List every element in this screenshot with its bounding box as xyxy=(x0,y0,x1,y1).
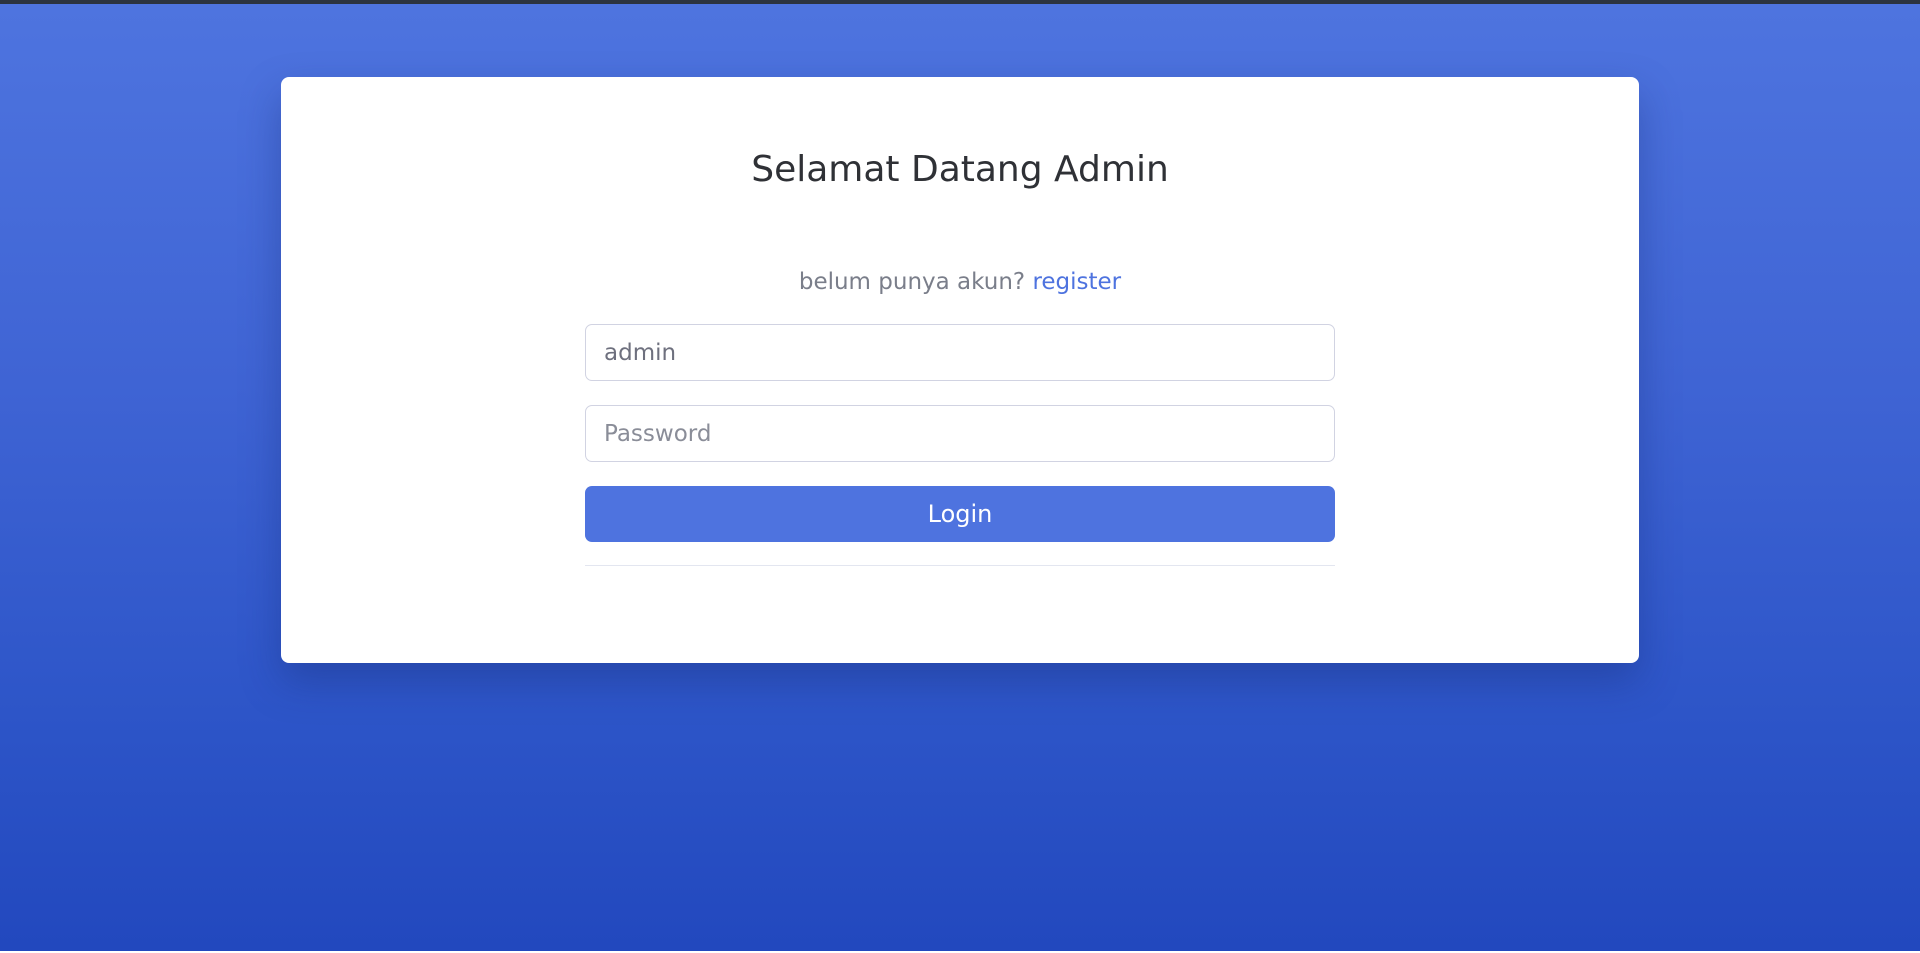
form-divider xyxy=(585,565,1335,566)
login-button[interactable]: Login xyxy=(585,486,1335,542)
username-input[interactable] xyxy=(585,324,1335,381)
page-title: Selamat Datang Admin xyxy=(751,149,1169,190)
register-prompt-text: belum punya akun? xyxy=(798,269,1026,295)
register-prompt: belum punya akun? register xyxy=(0,266,1920,298)
password-input[interactable] xyxy=(585,405,1335,462)
register-link[interactable]: register xyxy=(1032,269,1121,295)
